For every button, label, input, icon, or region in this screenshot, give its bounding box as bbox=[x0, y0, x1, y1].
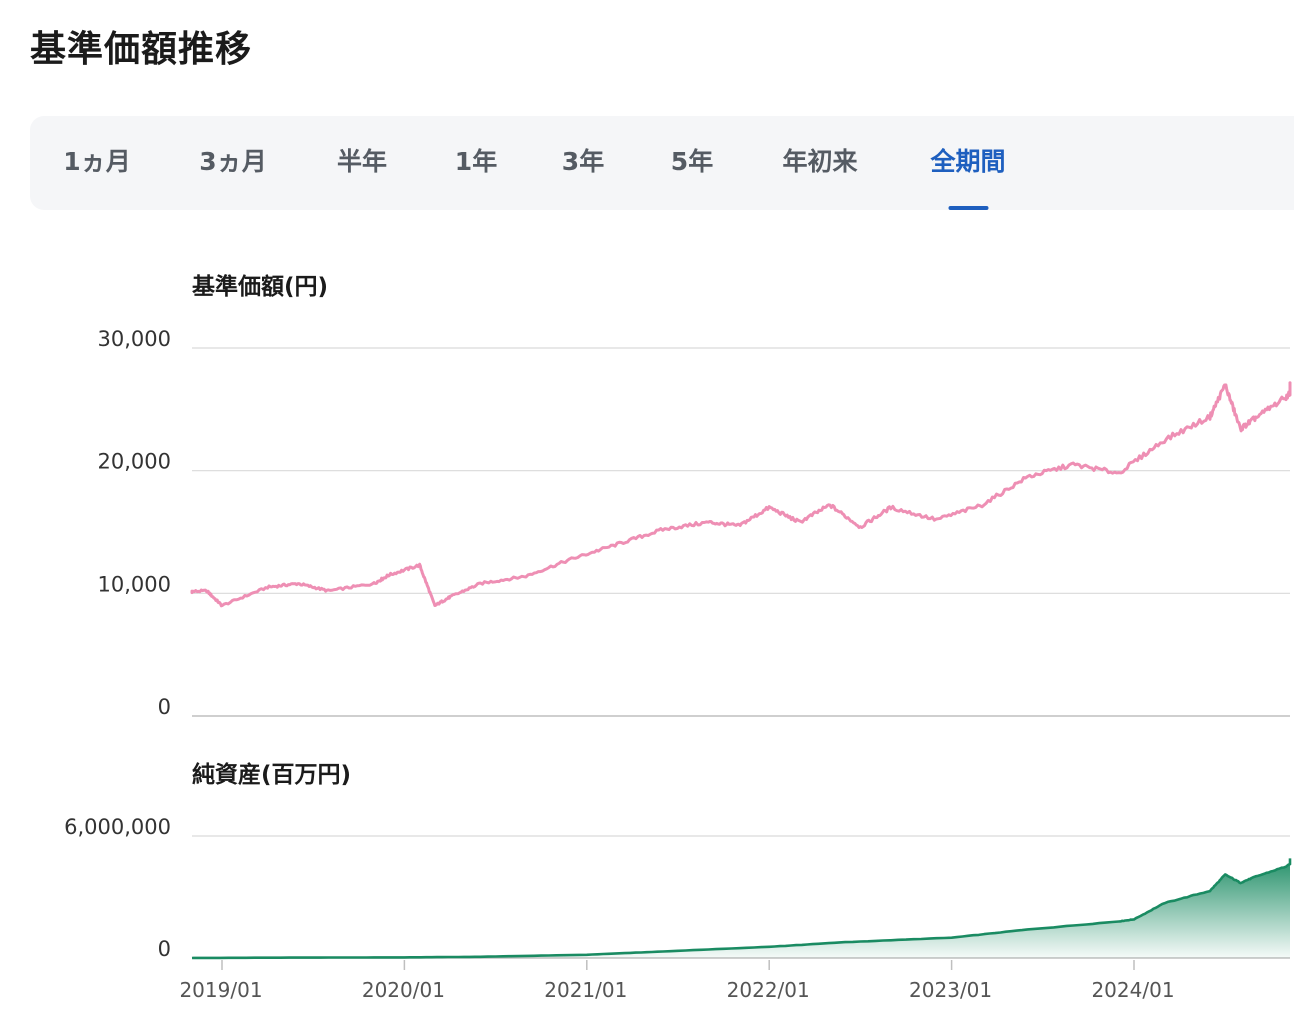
assets-series-line bbox=[191, 858, 1292, 960]
nav-ytick-label: 30,000 bbox=[98, 327, 171, 351]
tab-year-to-date[interactable]: 年初来 bbox=[782, 116, 857, 210]
net-assets-chart: 純資産(百万円) 0 6,000,000 2019/01 2020/01 2021/0… bbox=[64, 761, 1292, 1002]
x-tick-label: 2022/01 bbox=[727, 978, 810, 1002]
tab-all-period-label: 全期間 bbox=[930, 147, 1006, 176]
active-tab-indicator bbox=[947, 206, 988, 210]
tab-5-years[interactable]: 5年 bbox=[671, 116, 713, 210]
tab-all-period[interactable]: 全期間 bbox=[930, 116, 1006, 210]
nav-ytick-label: 20,000 bbox=[98, 450, 171, 474]
tab-1-month[interactable]: 1ヵ月 bbox=[63, 116, 130, 210]
nav-series-line bbox=[190, 381, 1292, 608]
tab-1-year[interactable]: 1年 bbox=[455, 116, 497, 210]
assets-series-area bbox=[192, 858, 1290, 958]
page-title: 基準価額推移 bbox=[30, 29, 253, 70]
tab-half-year[interactable]: 半年 bbox=[337, 116, 387, 210]
x-tick-label: 2023/01 bbox=[909, 978, 992, 1002]
x-tick-label: 2024/01 bbox=[1091, 978, 1174, 1002]
period-tab-bar: 1ヵ月 3ヵ月 半年 1年 3年 5年 年初来 全期間 bbox=[30, 116, 1294, 210]
net-assets-chart-title: 純資産(百万円) bbox=[192, 761, 351, 788]
x-tick-label: 2020/01 bbox=[362, 978, 445, 1002]
nav-chart: 基準価額(円) 0 10,000 20,000 30,000 bbox=[98, 273, 1292, 719]
nav-ytick-label: 0 bbox=[158, 695, 171, 719]
assets-ytick-label: 0 bbox=[158, 937, 171, 961]
assets-ytick-label: 6,000,000 bbox=[64, 815, 171, 839]
nav-ytick-label: 10,000 bbox=[98, 572, 171, 596]
tab-3-years[interactable]: 3年 bbox=[562, 116, 604, 210]
tab-3-months[interactable]: 3ヵ月 bbox=[199, 116, 266, 210]
nav-chart-title: 基準価額(円) bbox=[192, 273, 328, 300]
x-tick-label: 2021/01 bbox=[544, 978, 627, 1002]
x-tick-label: 2019/01 bbox=[179, 978, 262, 1002]
